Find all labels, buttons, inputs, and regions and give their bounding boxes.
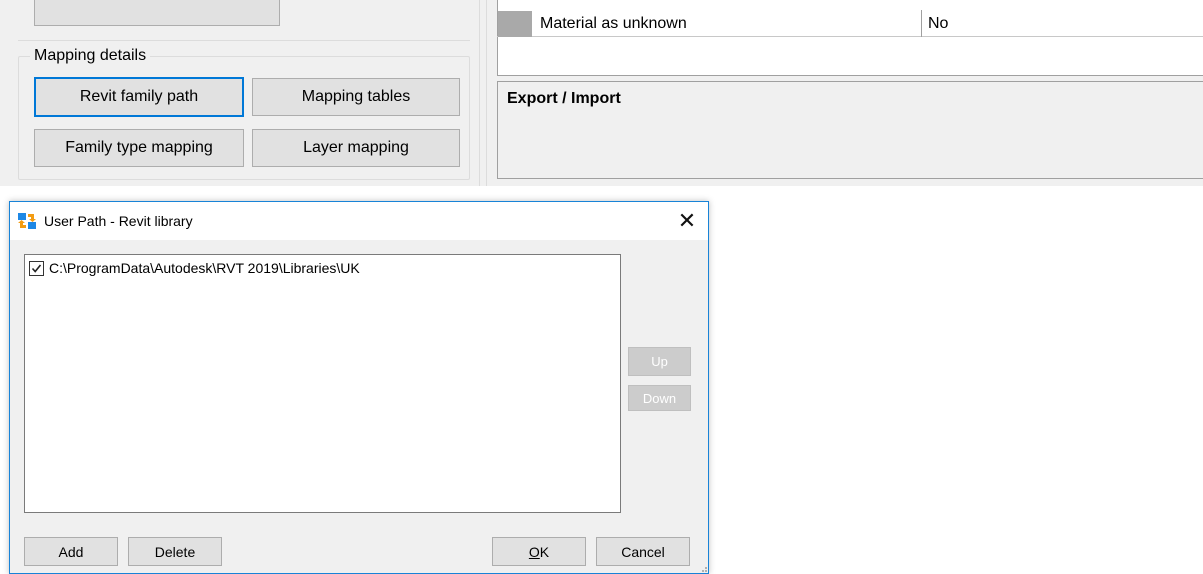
ok-label-rest: K: [539, 543, 550, 560]
property-value[interactable]: No: [928, 11, 948, 37]
group-divider: [18, 40, 470, 41]
path-checkbox[interactable]: [29, 260, 44, 276]
mapping-tables-button[interactable]: Mapping tables: [252, 78, 460, 116]
revit-sync-arrows-icon: [18, 213, 36, 229]
property-column-divider[interactable]: [921, 10, 922, 37]
checkmark-icon: [31, 263, 42, 273]
resize-grip-icon[interactable]: [698, 563, 708, 573]
partial-button[interactable]: [34, 0, 280, 26]
ok-button[interactable]: OK: [492, 537, 586, 566]
layer-mapping-button[interactable]: Layer mapping: [252, 129, 460, 167]
pane-splitter[interactable]: [486, 0, 487, 186]
export-import-title: Export / Import: [507, 90, 621, 107]
delete-button[interactable]: Delete: [128, 537, 222, 566]
mapping-details-title: Mapping details: [30, 46, 151, 66]
close-icon: ✕: [677, 208, 697, 233]
list-item[interactable]: C:\ProgramData\Autodesk\RVT 2019\Librari…: [29, 259, 360, 277]
property-row-header[interactable]: [498, 11, 532, 37]
move-up-button[interactable]: Up: [628, 347, 691, 376]
family-type-mapping-button[interactable]: Family type mapping: [34, 129, 244, 167]
cancel-button[interactable]: Cancel: [596, 537, 690, 566]
path-text: C:\ProgramData\Autodesk\RVT 2019\Librari…: [49, 260, 360, 276]
dialog-title: User Path - Revit library: [44, 213, 193, 229]
path-list[interactable]: [24, 254, 621, 513]
property-name: Material as unknown: [540, 15, 687, 32]
add-button[interactable]: Add: [24, 537, 118, 566]
close-button[interactable]: ✕: [668, 204, 706, 238]
move-down-button[interactable]: Down: [628, 385, 691, 411]
revit-family-path-button[interactable]: Revit family path: [34, 77, 244, 117]
ok-mnemonic: O: [528, 543, 540, 560]
